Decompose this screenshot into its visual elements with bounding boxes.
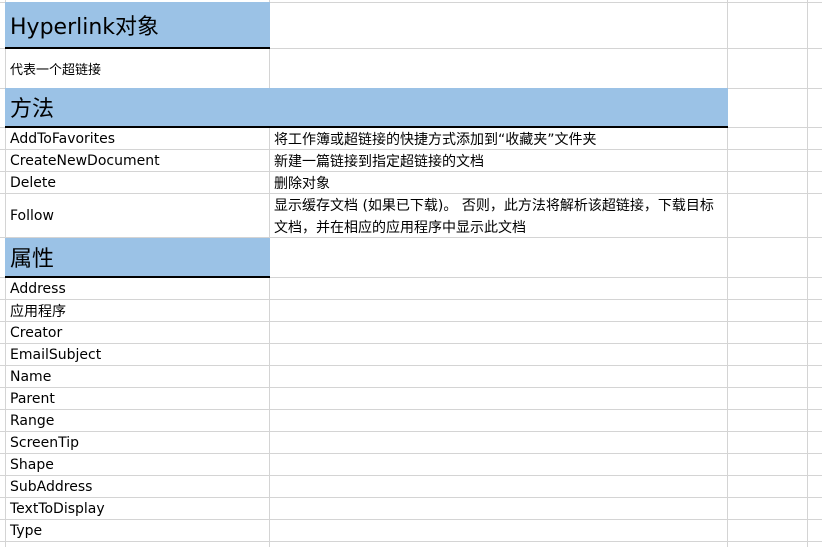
- property-name: ScreenTip: [10, 434, 80, 451]
- property-name: Creator: [10, 324, 63, 341]
- property-name: TextToDisplay: [10, 500, 105, 517]
- subtitle-cell[interactable]: 代表一个超链接: [5, 49, 269, 88]
- grid-line: [0, 541, 822, 542]
- method-name-cell[interactable]: AddToFavorites: [5, 128, 269, 149]
- property-name: Type: [10, 522, 43, 539]
- method-desc-cell[interactable]: 显示缓存文档 (如果已下载)。 否则，此方法将解析该超链接，下载目标文档，并在相…: [269, 194, 721, 237]
- property-name: Name: [10, 368, 52, 385]
- property-name: Address: [10, 280, 66, 297]
- grid-line: [727, 0, 728, 547]
- properties-header: 属性: [10, 247, 55, 272]
- property-cell[interactable]: Creator: [5, 322, 269, 343]
- property-cell[interactable]: ScreenTip: [5, 432, 269, 453]
- method-desc: 新建一篇链接到指定超链接的文档: [274, 153, 484, 170]
- method-desc-cell[interactable]: 新建一篇链接到指定超链接的文档: [269, 150, 727, 171]
- method-name-cell[interactable]: Delete: [5, 172, 269, 193]
- method-name-cell[interactable]: CreateNewDocument: [5, 150, 269, 171]
- method-name-cell[interactable]: Follow: [5, 194, 269, 237]
- method-desc: 删除对象: [274, 175, 330, 192]
- property-cell[interactable]: Type: [5, 520, 269, 541]
- property-name: Range: [10, 412, 55, 429]
- property-cell[interactable]: 应用程序: [5, 300, 269, 321]
- method-desc: 显示缓存文档 (如果已下载)。 否则，此方法将解析该超链接，下载目标文档，并在相…: [274, 198, 714, 236]
- property-cell[interactable]: Shape: [5, 454, 269, 475]
- grid-line: [807, 0, 808, 547]
- page-title: Hyperlink对象: [10, 14, 160, 40]
- property-name: SubAddress: [10, 478, 93, 495]
- property-cell[interactable]: Range: [5, 410, 269, 431]
- property-name: EmailSubject: [10, 346, 102, 363]
- method-name: Delete: [10, 174, 56, 191]
- property-cell[interactable]: EmailSubject: [5, 344, 269, 365]
- subtitle-text: 代表一个超链接: [10, 63, 102, 78]
- method-name: Follow: [10, 207, 54, 224]
- title-cell[interactable]: Hyperlink对象: [5, 2, 270, 49]
- properties-header-cell[interactable]: 属性: [5, 238, 270, 278]
- method-desc-cell[interactable]: 删除对象: [269, 172, 727, 193]
- property-cell[interactable]: Address: [5, 278, 269, 299]
- property-name: 应用程序: [10, 303, 66, 320]
- property-cell[interactable]: Parent: [5, 388, 269, 409]
- method-name: AddToFavorites: [10, 130, 116, 147]
- method-name: CreateNewDocument: [10, 152, 160, 169]
- method-desc: 将工作簿或超链接的快捷方式添加到“收藏夹”文件夹: [274, 131, 597, 148]
- property-cell[interactable]: TextToDisplay: [5, 498, 269, 519]
- methods-header-cell[interactable]: 方法: [5, 88, 728, 128]
- property-name: Shape: [10, 456, 54, 473]
- method-desc-cell[interactable]: 将工作簿或超链接的快捷方式添加到“收藏夹”文件夹: [269, 128, 727, 149]
- property-cell[interactable]: Name: [5, 366, 269, 387]
- property-cell[interactable]: SubAddress: [5, 476, 269, 497]
- methods-header: 方法: [10, 97, 55, 122]
- property-name: Parent: [10, 390, 55, 407]
